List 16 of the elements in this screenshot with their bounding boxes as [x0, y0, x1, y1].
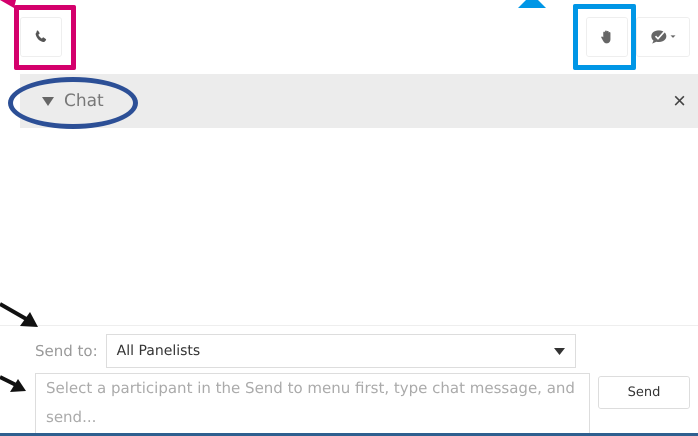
highlight-frame [14, 5, 76, 70]
highlight-frame [573, 4, 636, 70]
pointer-arrow-tip [518, 0, 546, 8]
feedback-button[interactable] [636, 17, 690, 57]
send-to-label: Send to: [35, 342, 98, 360]
message-input-field[interactable]: Select a participant in the Send to menu first, type chat message, and send... [35, 373, 590, 436]
send-button[interactable]: Send [598, 376, 690, 409]
pointer-arrow [0, 375, 26, 393]
raise-hand-button[interactable] [586, 17, 628, 57]
close-button[interactable]: × [669, 90, 690, 112]
dropdown-caret-icon [554, 348, 565, 354]
pointer-arrow-tip [0, 0, 16, 8]
pointer-arrow [0, 302, 38, 328]
phone-button[interactable] [20, 17, 62, 57]
recipient-dropdown[interactable]: All Panelists [106, 334, 576, 368]
chat-toggle[interactable]: Chat [38, 89, 108, 113]
